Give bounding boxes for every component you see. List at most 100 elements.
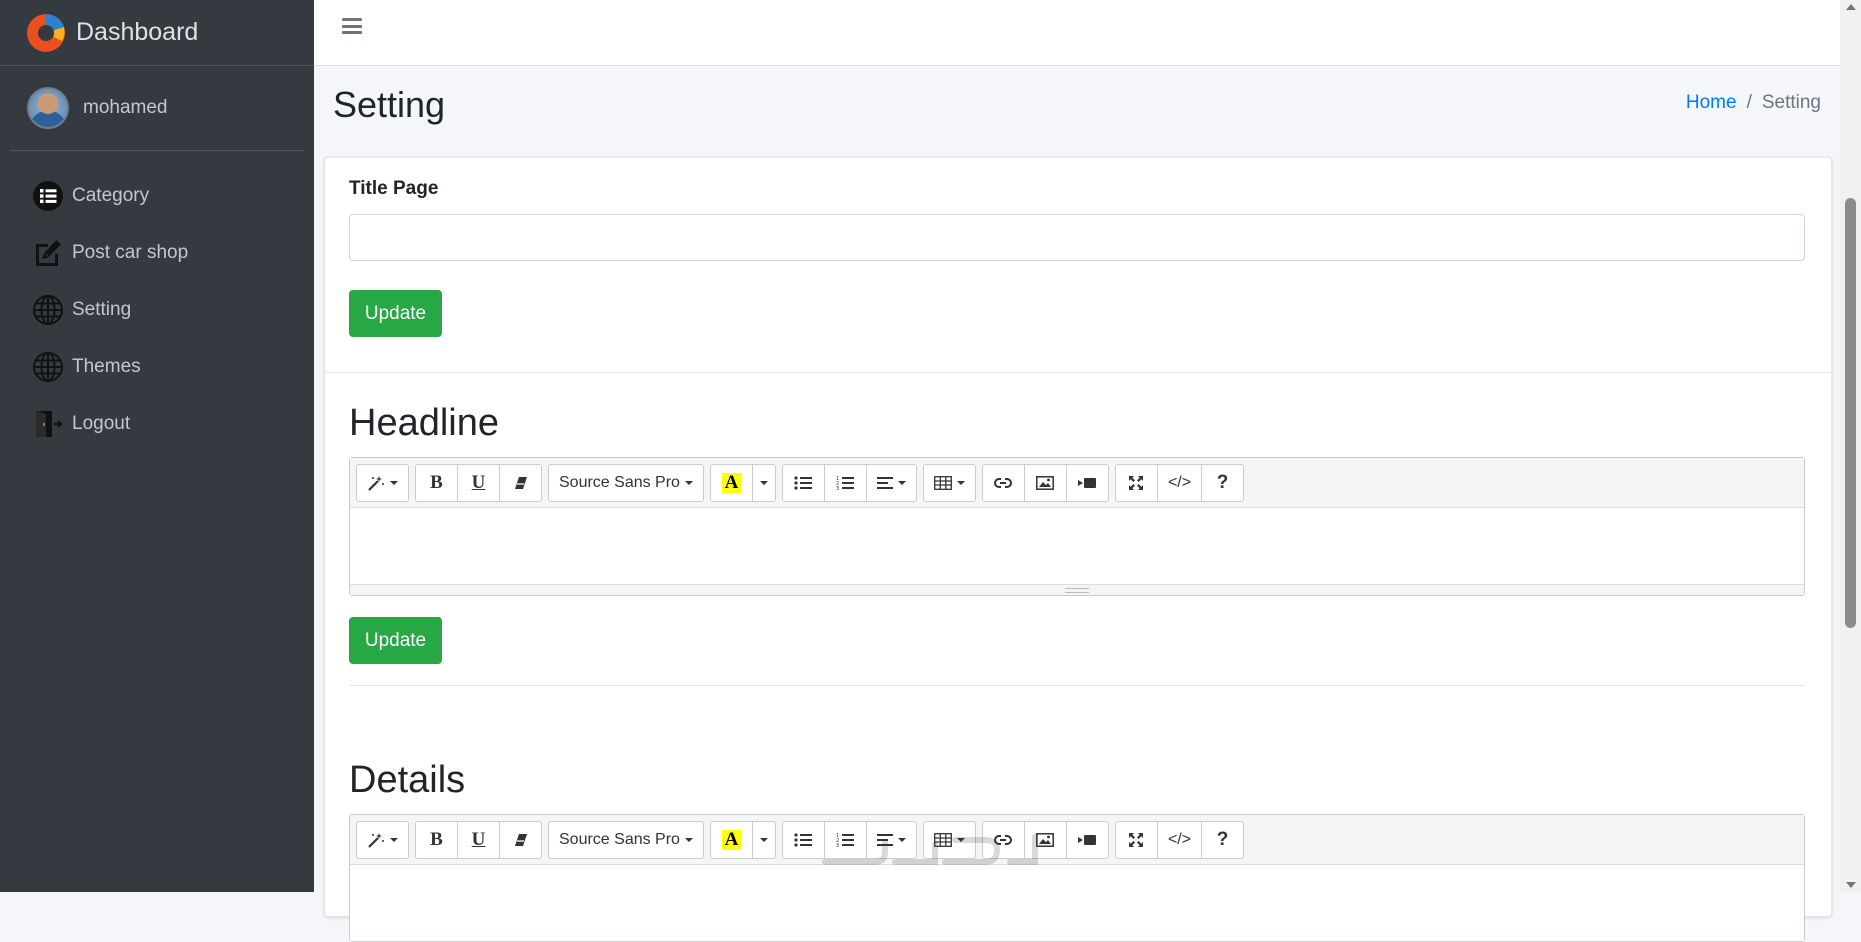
breadcrumb-home-link[interactable]: Home (1686, 92, 1737, 114)
sidebar-item-setting[interactable]: Setting (0, 281, 314, 338)
settings-card: Title Page Update Headline B U Source Sa… (324, 157, 1832, 942)
sidebar-item-label: Category (72, 184, 150, 206)
paragraph-align-dropdown[interactable] (865, 463, 917, 502)
clear-format-button[interactable] (499, 820, 542, 859)
editor-toolbar: B U Source Sans Pro A 123 </> ? (350, 815, 1804, 865)
headline-editable-area[interactable] (350, 508, 1804, 584)
magic-wand-icon (368, 475, 384, 491)
edit-icon (36, 239, 61, 266)
insert-image-button[interactable] (1023, 463, 1067, 502)
breadcrumb-current: Setting (1761, 92, 1821, 113)
title-page-input[interactable] (349, 214, 1805, 261)
top-navbar (314, 0, 1840, 66)
help-button[interactable]: ? (1201, 820, 1245, 859)
table-dropdown[interactable] (922, 463, 976, 502)
sidebar-item-themes[interactable]: Themes (0, 338, 314, 395)
ordered-list-button[interactable]: 123 (823, 463, 867, 502)
section-divider (325, 372, 1831, 373)
magic-wand-icon (368, 832, 384, 848)
brand-title: Dashboard (76, 18, 199, 46)
sidebar-item-label: Post car shop (72, 241, 189, 263)
text-color-icon: A (721, 829, 742, 850)
help-button[interactable]: ? (1201, 463, 1245, 502)
text-color-dropdown[interactable] (751, 820, 776, 859)
help-icon: ? (1216, 828, 1229, 850)
page-scrollbar[interactable] (1840, 0, 1861, 892)
user-name: mohamed (83, 97, 168, 118)
resize-grip-icon[interactable] (1065, 588, 1089, 593)
headline-editor: B U Source Sans Pro A 123 </> ? (349, 457, 1805, 596)
font-family-value: Source Sans Pro (559, 473, 680, 491)
fullscreen-button[interactable] (1114, 820, 1158, 859)
sidebar: Dashboard mohamed Category Post car shop… (0, 0, 314, 892)
user-panel[interactable]: mohamed (10, 66, 304, 151)
insert-video-button[interactable] (1065, 820, 1109, 859)
video-icon (1078, 477, 1097, 488)
font-family-dropdown[interactable]: Source Sans Pro (548, 820, 704, 859)
breadcrumb: Home / Setting (1686, 92, 1821, 114)
link-icon (994, 477, 1013, 488)
bold-icon: B (430, 471, 443, 493)
breadcrumb-separator: / (1746, 92, 1752, 113)
sidebar-item-label: Themes (72, 355, 141, 377)
text-color-dropdown[interactable] (751, 463, 776, 502)
menu-toggle-icon[interactable] (342, 18, 362, 34)
table-icon (934, 475, 952, 490)
editor-resize-bar[interactable] (350, 584, 1804, 595)
underline-icon: U (471, 828, 486, 850)
underline-button[interactable]: U (457, 820, 500, 859)
expand-icon (1129, 475, 1144, 490)
update-title-button[interactable]: Update (349, 290, 442, 337)
code-icon: </> (1167, 830, 1192, 848)
sidebar-nav: Category Post car shop Setting Themes Lo… (0, 151, 314, 452)
text-color-icon: A (721, 472, 742, 493)
numbered-list-icon: 123 (836, 476, 855, 490)
logout-icon (36, 410, 63, 437)
align-left-icon (876, 476, 893, 489)
watermark-logo-icon (822, 834, 1038, 865)
bullet-list-icon (794, 475, 813, 490)
editor-toolbar: B U Source Sans Pro A 123 </> ? (350, 458, 1804, 508)
font-family-value: Source Sans Pro (559, 830, 680, 848)
details-editor: B U Source Sans Pro A 123 </> ? (349, 814, 1805, 942)
sidebar-item-label: Logout (72, 412, 131, 434)
globe-icon (33, 294, 63, 325)
globe-icon (33, 351, 63, 382)
scroll-up-arrow-icon[interactable] (1846, 4, 1856, 10)
font-family-dropdown[interactable]: Source Sans Pro (548, 463, 704, 502)
scroll-thumb[interactable] (1845, 198, 1856, 628)
brand-link[interactable]: Dashboard (0, 0, 314, 66)
details-editable-area[interactable] (350, 865, 1804, 941)
svg-text:3: 3 (836, 486, 839, 490)
image-icon (1036, 475, 1055, 490)
text-color-button[interactable]: A (709, 820, 753, 859)
expand-icon (1129, 832, 1144, 847)
clear-format-button[interactable] (499, 463, 542, 502)
bold-button[interactable]: B (415, 820, 458, 859)
text-color-button[interactable]: A (709, 463, 753, 502)
sidebar-item-post-car-shop[interactable]: Post car shop (0, 224, 314, 281)
bold-button[interactable]: B (415, 463, 458, 502)
video-icon (1078, 834, 1097, 845)
unordered-list-button[interactable] (781, 463, 825, 502)
title-page-label: Title Page (349, 178, 439, 199)
details-title: Details (349, 759, 466, 801)
sidebar-item-category[interactable]: Category (0, 167, 314, 224)
code-view-button[interactable]: </> (1156, 820, 1203, 859)
scroll-down-arrow-icon[interactable] (1846, 882, 1856, 888)
avatar (27, 87, 69, 129)
page-title: Setting (333, 84, 446, 125)
style-button[interactable] (356, 463, 409, 502)
insert-link-button[interactable] (981, 463, 1025, 502)
style-button[interactable] (356, 820, 409, 859)
update-headline-button[interactable]: Update (349, 617, 442, 664)
bold-icon: B (430, 828, 443, 850)
sidebar-item-label: Setting (72, 298, 132, 320)
code-view-button[interactable]: </> (1156, 463, 1203, 502)
underline-button[interactable]: U (457, 463, 500, 502)
bullet-list-icon (794, 832, 813, 847)
insert-video-button[interactable] (1065, 463, 1109, 502)
sidebar-item-logout[interactable]: Logout (0, 395, 314, 452)
fullscreen-button[interactable] (1114, 463, 1158, 502)
code-icon: </> (1167, 473, 1192, 491)
